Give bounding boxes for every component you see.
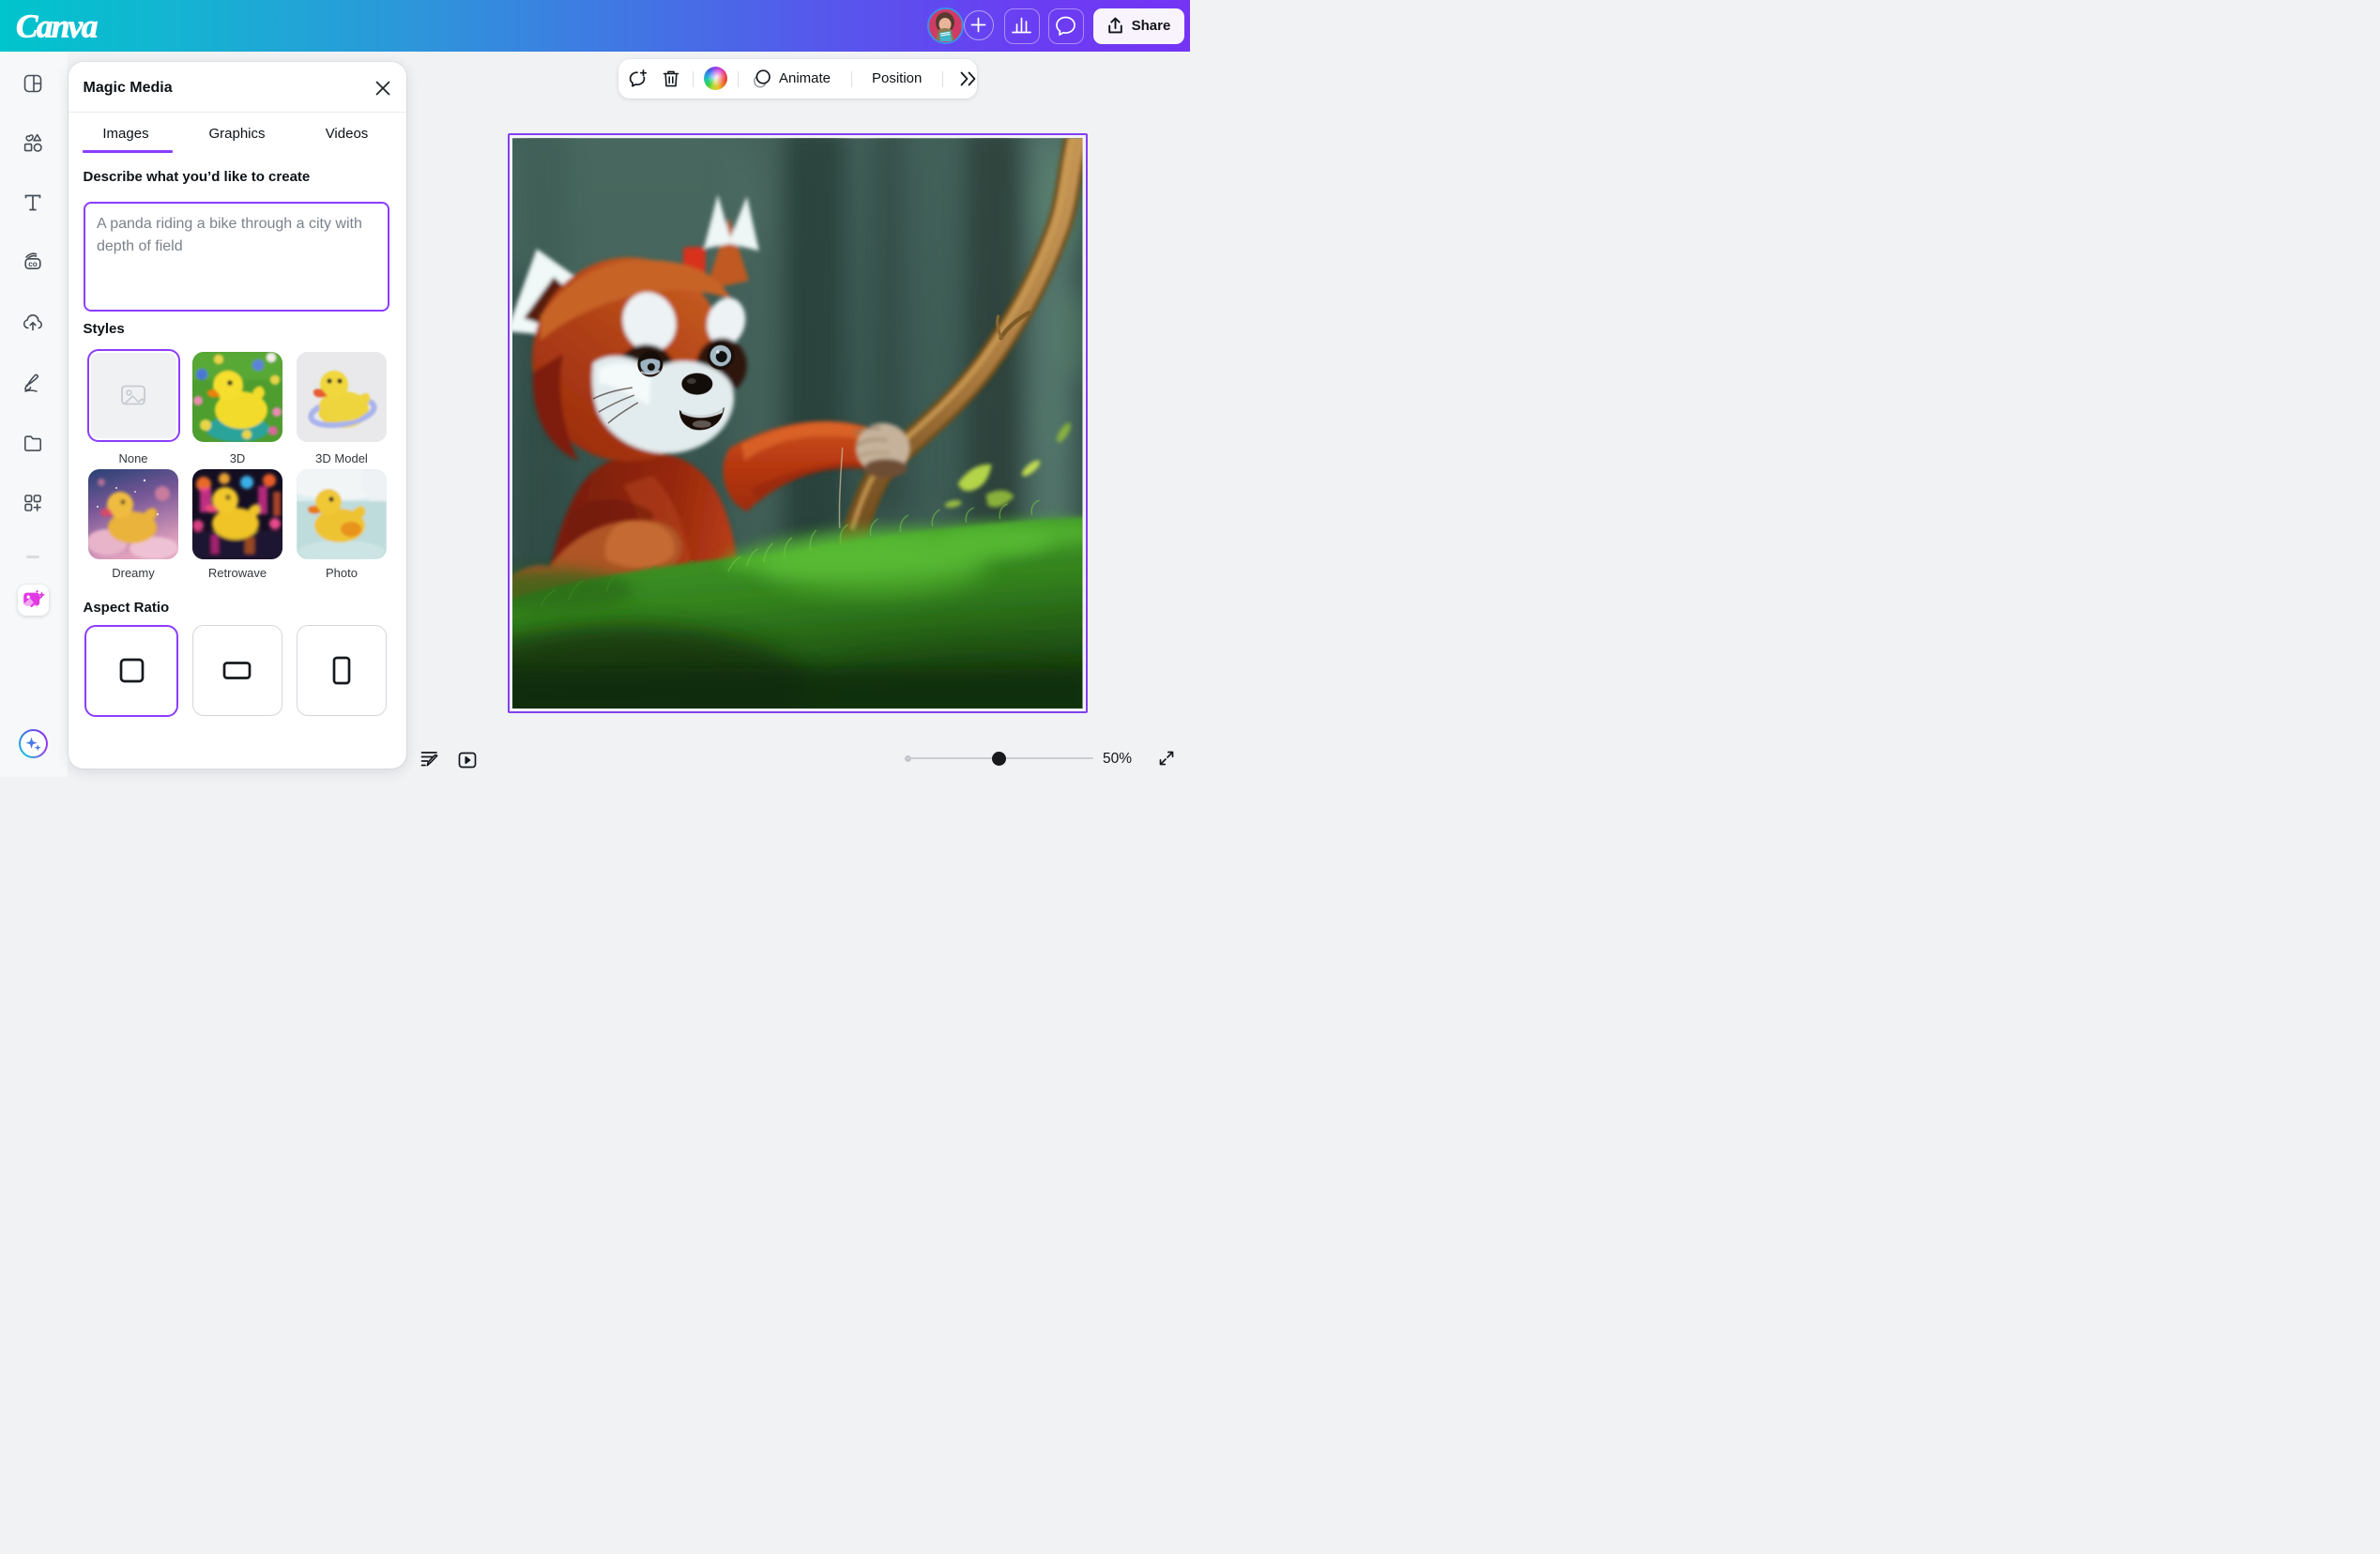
- svg-text:Canva: Canva: [16, 8, 98, 45]
- svg-text:co: co: [28, 260, 38, 268]
